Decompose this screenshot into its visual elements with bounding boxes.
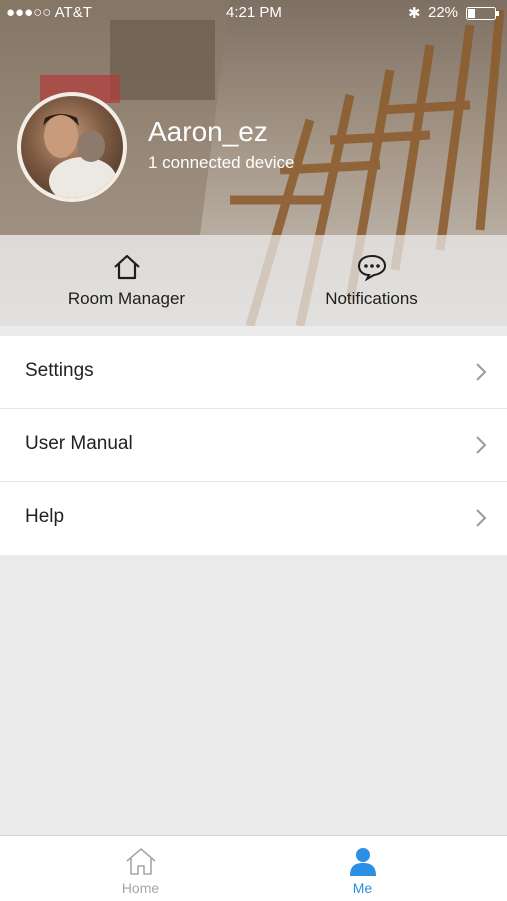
tab-me-label: Me (352, 880, 373, 896)
tab-bar: Home Me (0, 835, 507, 901)
profile-header: ●●●○○ AT&T 4:21 PM ✱ 22% Aaron_ez 1 conn… (0, 0, 507, 326)
chevron-right-icon (476, 436, 487, 454)
home-outline-icon (113, 254, 140, 280)
chat-bubble-icon (357, 254, 386, 281)
tab-home-label: Home (121, 880, 160, 896)
menu-item-settings[interactable]: Settings (0, 336, 507, 409)
menu-item-help[interactable]: Help (0, 482, 507, 555)
status-bar: ●●●○○ AT&T 4:21 PM ✱ 22% (0, 0, 507, 26)
room-manager-label: Room Manager (67, 289, 186, 308)
avatar[interactable] (17, 92, 127, 202)
menu-item-user-manual[interactable]: User Manual (0, 409, 507, 482)
username: Aaron_ez (148, 116, 268, 147)
avatar-photo (43, 114, 117, 198)
battery-text: 22% (428, 4, 459, 21)
menu-item-label: User Manual (25, 433, 133, 454)
tab-me[interactable]: Me (236, 836, 489, 901)
person-icon (349, 848, 376, 876)
connected-devices-text: 1 connected device (148, 153, 295, 172)
quick-actions-bar: Room Manager Notifications (0, 235, 507, 326)
menu-item-label: Settings (25, 360, 94, 381)
home-icon (125, 848, 156, 875)
chevron-right-icon (476, 363, 487, 381)
room-manager-button[interactable]: Room Manager (0, 235, 253, 326)
tab-home[interactable]: Home (14, 836, 267, 901)
settings-menu: Settings User Manual Help (0, 336, 507, 555)
notifications-button[interactable]: Notifications (245, 235, 498, 326)
bluetooth-icon: ✱ (408, 5, 421, 22)
carrier-text: ●●●○○ AT&T (6, 4, 92, 21)
battery-icon (466, 7, 499, 20)
chevron-right-icon (476, 509, 487, 527)
clock-text: 4:21 PM (226, 4, 282, 21)
menu-item-label: Help (25, 506, 65, 527)
notifications-label: Notifications (325, 289, 418, 308)
